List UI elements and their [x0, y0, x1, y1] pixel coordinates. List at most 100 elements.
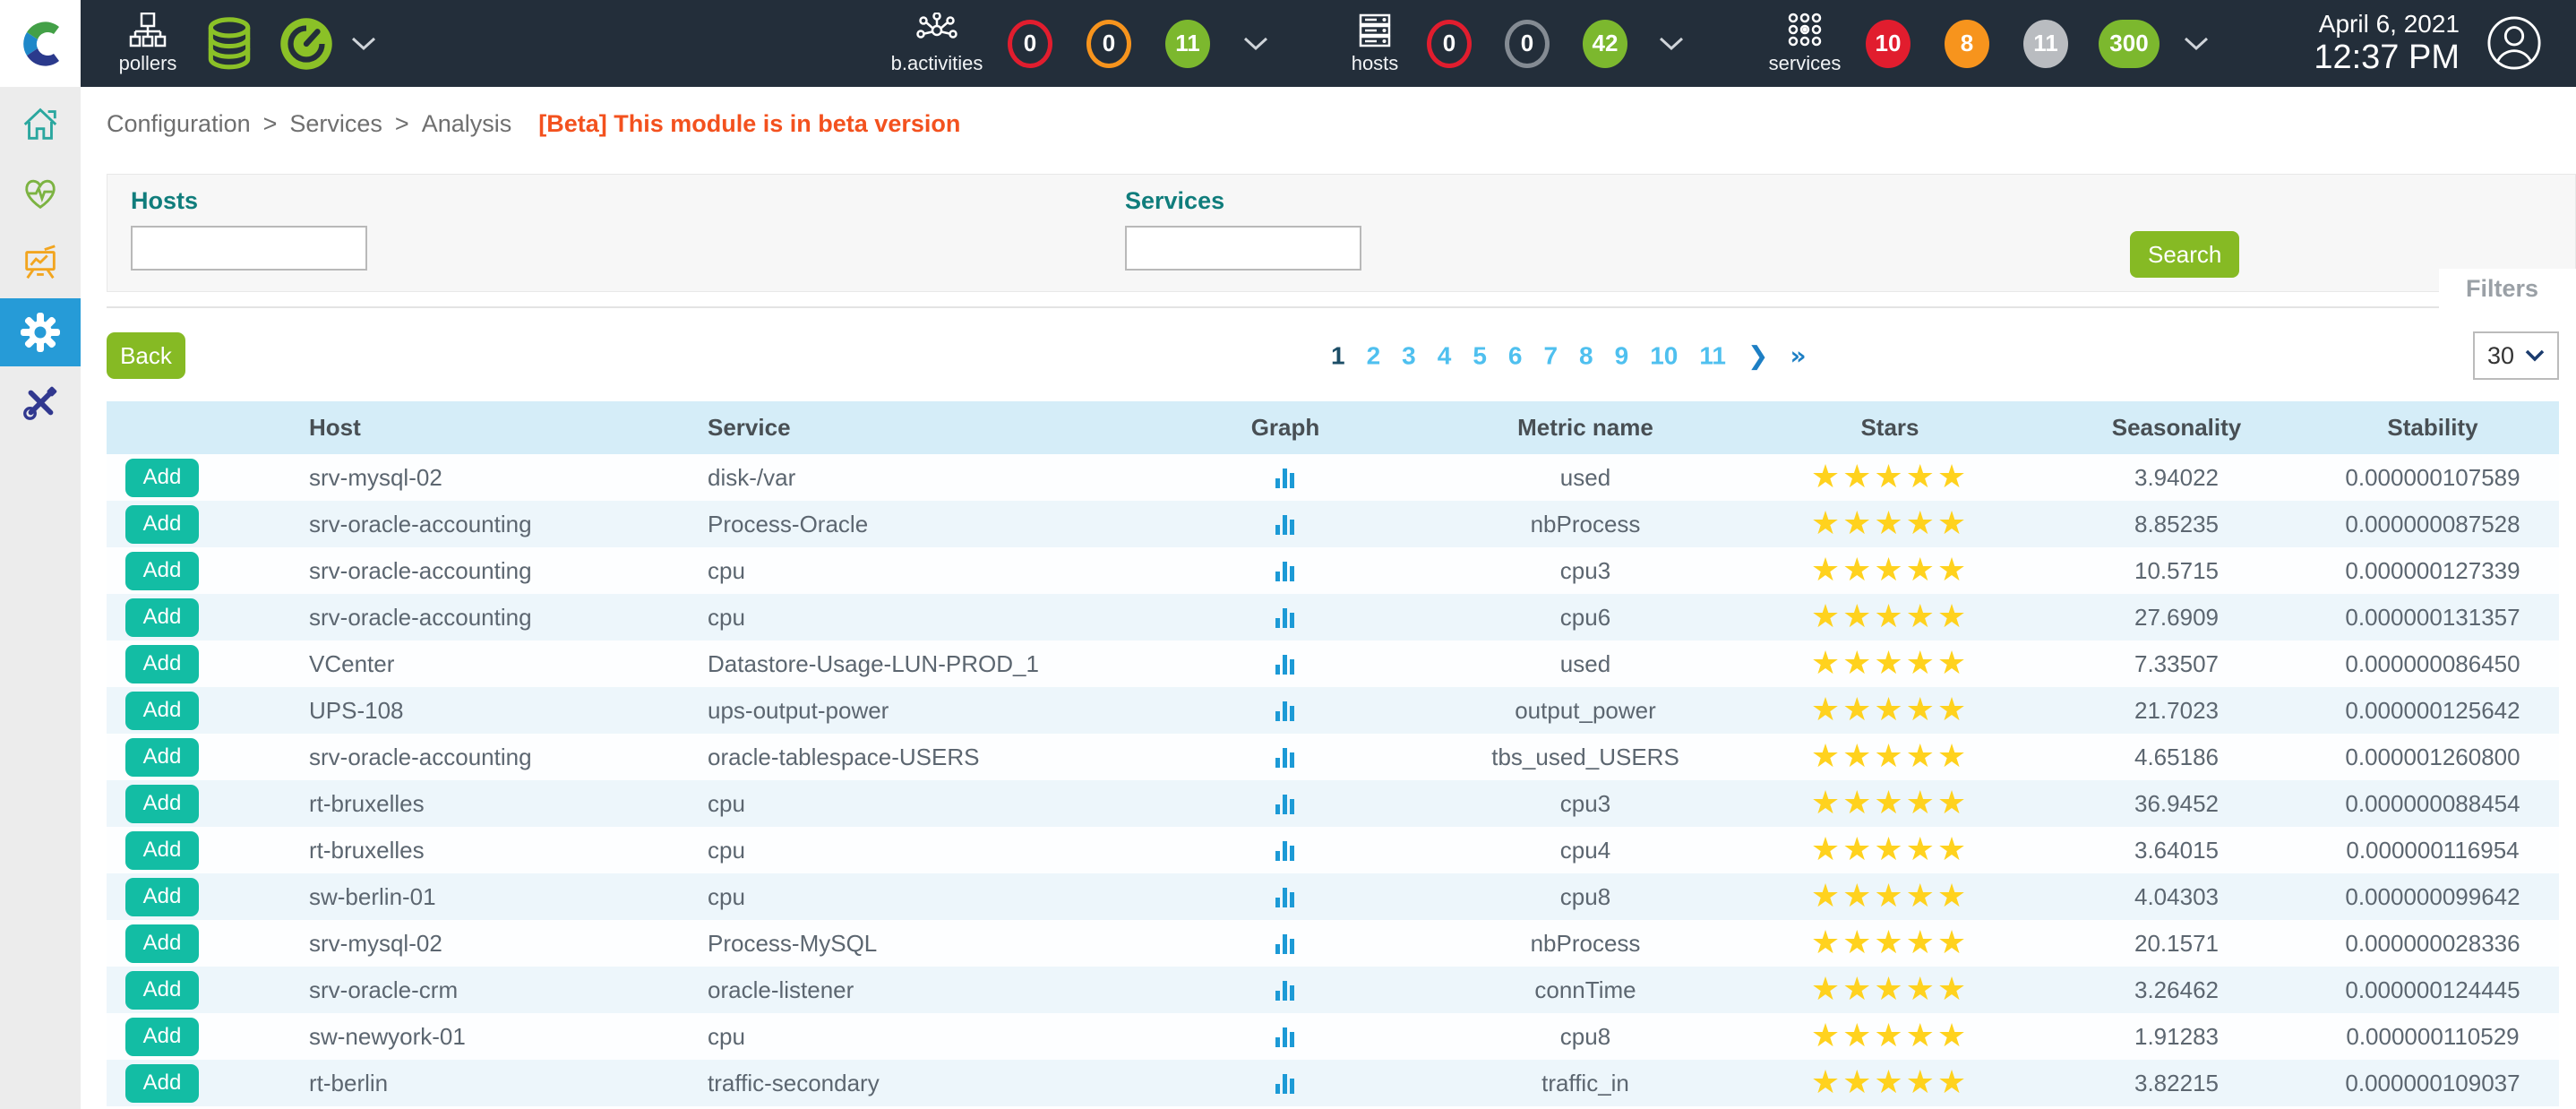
sidebar-item-monitoring[interactable]: [0, 159, 81, 227]
hosts-ok-badge[interactable]: 42: [1583, 0, 1627, 87]
back-button[interactable]: Back: [107, 332, 185, 379]
breadcrumb-analysis[interactable]: Analysis: [422, 110, 512, 138]
column-header-stability: Stability: [2306, 414, 2559, 442]
add-button[interactable]: Add: [125, 924, 199, 963]
pollers-menu[interactable]: pollers: [103, 0, 193, 87]
sidebar-item-reporting[interactable]: [0, 228, 81, 297]
hosts-filter-label: Hosts: [131, 187, 367, 215]
stability-cell: 0.000000116954: [2306, 837, 2559, 864]
graph-icon[interactable]: [1273, 838, 1298, 863]
add-button[interactable]: Add: [125, 692, 199, 730]
add-button[interactable]: Add: [125, 598, 199, 637]
graph-icon[interactable]: [1273, 977, 1298, 1002]
breadcrumb-services[interactable]: Services: [289, 110, 382, 138]
bactivities-label: b.activities: [891, 52, 983, 75]
seasonality-cell: 21.7023: [2047, 697, 2306, 725]
hosts-filter-input[interactable]: [131, 226, 367, 271]
graph-icon[interactable]: [1273, 698, 1298, 723]
sidebar-item-configuration[interactable]: [0, 298, 81, 366]
add-button[interactable]: Add: [125, 785, 199, 823]
host-cell: rt-bruxelles: [309, 837, 708, 864]
add-button[interactable]: Add: [125, 552, 199, 590]
add-button[interactable]: Add: [125, 1018, 199, 1056]
add-button[interactable]: Add: [125, 831, 199, 870]
hosts-unknown-badge[interactable]: 0: [1505, 0, 1550, 87]
page-number[interactable]: 8: [1579, 341, 1593, 370]
last-page-arrow[interactable]: »: [1790, 341, 1806, 371]
graph-icon[interactable]: [1273, 791, 1298, 816]
graph-icon[interactable]: [1273, 744, 1298, 769]
search-button[interactable]: Search: [2130, 231, 2239, 278]
services-chevron[interactable]: [2184, 0, 2209, 87]
metric-cell: cpu4: [1438, 837, 1733, 864]
graph-icon[interactable]: [1273, 884, 1298, 909]
services-menu[interactable]: services: [1752, 0, 1858, 87]
current-date: April 6, 2021: [2319, 10, 2460, 39]
page-number[interactable]: 4: [1438, 341, 1452, 370]
bactivities-critical-badge[interactable]: 0: [1008, 0, 1052, 87]
graph-icon[interactable]: [1273, 1070, 1298, 1096]
page-number[interactable]: 7: [1543, 341, 1558, 370]
page-number[interactable]: 5: [1473, 341, 1487, 370]
add-button[interactable]: Add: [125, 1064, 199, 1103]
page-number[interactable]: 3: [1402, 341, 1416, 370]
host-cell: VCenter: [309, 650, 708, 678]
hosts-chevron[interactable]: [1659, 0, 1684, 87]
graph-icon[interactable]: [1273, 931, 1298, 956]
sidebar-item-home[interactable]: [0, 89, 81, 157]
graph-icon[interactable]: [1273, 1024, 1298, 1049]
latency-gauge-status[interactable]: [279, 0, 333, 87]
graph-icon[interactable]: [1273, 651, 1298, 676]
add-button[interactable]: Add: [125, 738, 199, 777]
stars-rating: ★★★★★: [1811, 927, 1969, 959]
pollers-chevron[interactable]: [351, 0, 376, 87]
services-critical-badge[interactable]: 10: [1866, 0, 1911, 87]
hosts-menu[interactable]: hosts: [1327, 0, 1422, 87]
graph-icon[interactable]: [1273, 558, 1298, 583]
next-page-arrow[interactable]: ❯: [1747, 341, 1768, 371]
services-warning-badge[interactable]: 8: [1945, 0, 1989, 87]
add-button[interactable]: Add: [125, 971, 199, 1010]
page-number[interactable]: 11: [1699, 341, 1726, 370]
user-profile-button[interactable]: [2486, 15, 2542, 75]
bactivities-ok-badge[interactable]: 11: [1165, 0, 1210, 87]
centreon-logo[interactable]: [0, 0, 81, 87]
graph-icon[interactable]: [1273, 465, 1298, 490]
services-filter-input[interactable]: [1125, 226, 1361, 271]
stars-rating: ★★★★★: [1811, 694, 1969, 726]
bactivities-menu[interactable]: b.activities: [882, 0, 992, 87]
add-button[interactable]: Add: [125, 878, 199, 916]
hosts-critical-badge[interactable]: 0: [1427, 0, 1472, 87]
table-row: Add UPS-108 ups-output-power output_powe…: [107, 687, 2559, 734]
sidebar-item-administration[interactable]: [0, 368, 81, 436]
host-cell: rt-bruxelles: [309, 790, 708, 818]
bactivities-chevron[interactable]: [1243, 0, 1268, 87]
page-size-select[interactable]: 30: [2473, 331, 2559, 380]
page-number[interactable]: 10: [1650, 341, 1678, 370]
services-ok-badge[interactable]: 300: [2099, 0, 2160, 87]
stars-rating: ★★★★★: [1811, 974, 1969, 1006]
page-number[interactable]: 9: [1615, 341, 1629, 370]
page-number[interactable]: 1: [1331, 341, 1345, 370]
page-number[interactable]: 2: [1367, 341, 1381, 370]
bactivities-warning-badge[interactable]: 0: [1086, 0, 1131, 87]
stability-cell: 0.000000131357: [2306, 604, 2559, 632]
service-cell: cpu: [708, 557, 1133, 585]
services-unknown-badge[interactable]: 11: [2023, 0, 2068, 87]
add-button[interactable]: Add: [125, 505, 199, 544]
breadcrumb-configuration[interactable]: Configuration: [107, 110, 251, 138]
stability-cell: 0.000000124445: [2306, 976, 2559, 1004]
graph-icon[interactable]: [1273, 605, 1298, 630]
database-status[interactable]: [202, 0, 257, 87]
add-button[interactable]: Add: [125, 645, 199, 683]
service-cell: Process-Oracle: [708, 511, 1133, 538]
page-number[interactable]: 6: [1508, 341, 1523, 370]
seasonality-cell: 3.82215: [2047, 1070, 2306, 1097]
add-button[interactable]: Add: [125, 459, 199, 497]
seasonality-cell: 4.04303: [2047, 883, 2306, 911]
stability-cell: 0.000001260800: [2306, 744, 2559, 771]
graph-icon[interactable]: [1273, 512, 1298, 537]
service-cell: traffic-secondary: [708, 1070, 1133, 1097]
current-time: 12:37 PM: [2314, 39, 2460, 77]
presentation-chart-icon: [20, 242, 61, 283]
